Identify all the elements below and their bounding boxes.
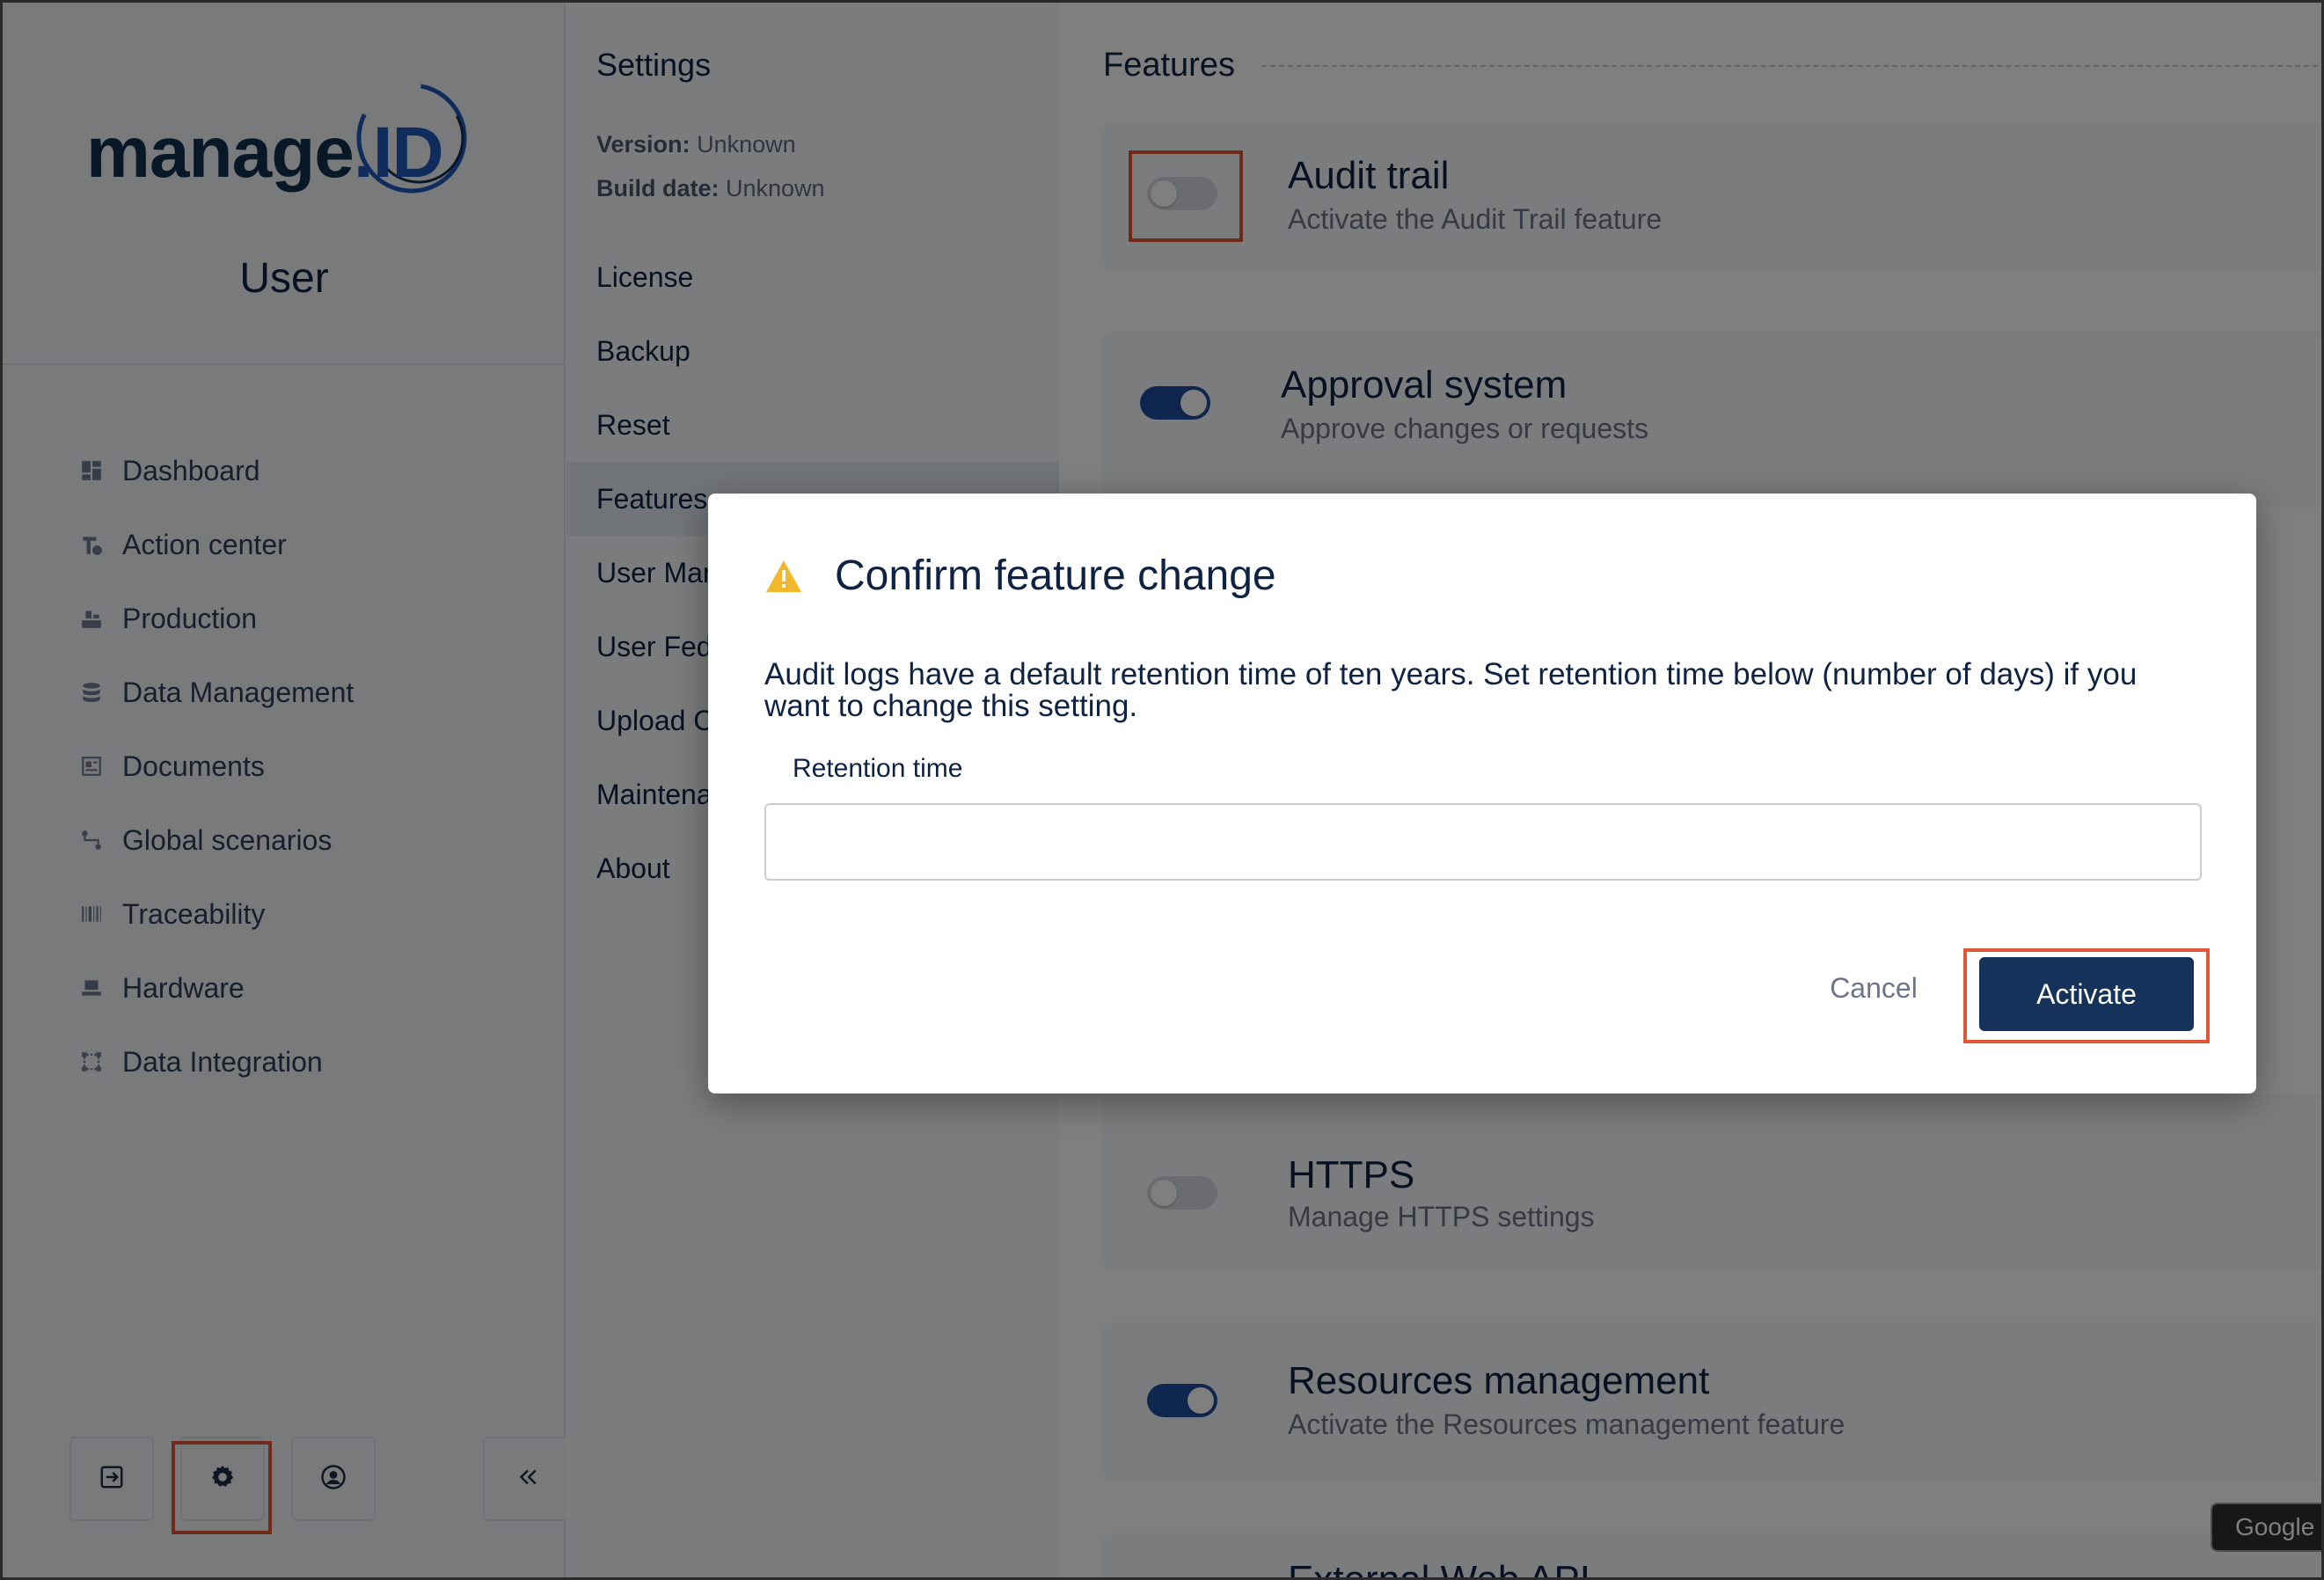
confirm-feature-dialog: Confirm feature change Audit logs have a…: [708, 494, 2256, 1094]
app-window: manage.ID User Dashboard Action center P…: [0, 0, 2324, 1580]
cancel-button[interactable]: Cancel: [1808, 956, 1940, 1020]
dialog-title: Confirm feature change: [835, 552, 1276, 599]
activate-button-highlight: [1963, 948, 2210, 1043]
retention-time-input[interactable]: [764, 803, 2202, 881]
retention-time-label: Retention time: [793, 754, 963, 783]
dialog-message: Audit logs have a default retention time…: [764, 657, 2138, 723]
warning-icon: [764, 559, 803, 594]
